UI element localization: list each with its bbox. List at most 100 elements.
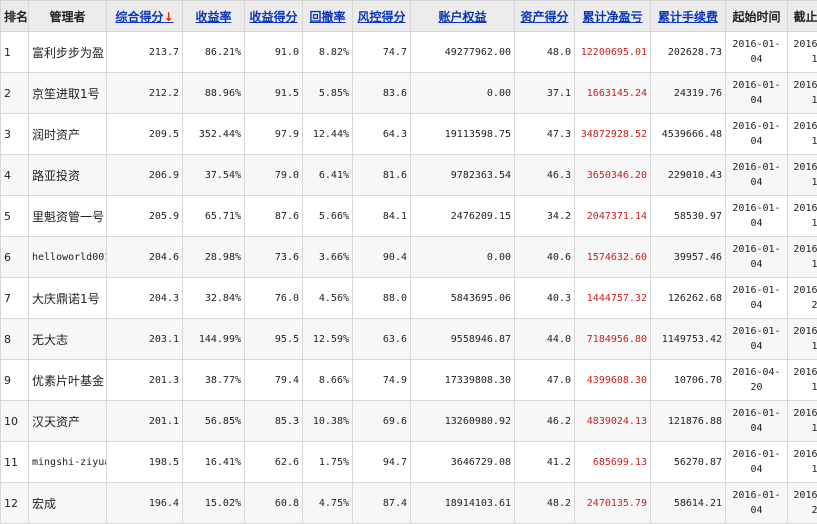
return-score-cell: 62.6 (245, 442, 303, 483)
drawdown-cell: 5.66% (303, 196, 353, 237)
return-rate-cell: 37.54% (183, 155, 245, 196)
end-date-cell: 2016-08-17 (788, 155, 817, 196)
start-date-header: 起始时间 (726, 1, 788, 32)
start-date-year-month: 2016-01- (729, 447, 784, 462)
equity-cell: 5843695.06 (411, 278, 515, 319)
sort-asset-score[interactable]: 资产得分 (515, 1, 575, 32)
rank-cell: 12 (1, 483, 29, 524)
start-date-day: 04 (729, 298, 784, 313)
start-date-year-month: 2016-01- (729, 37, 784, 52)
manager-name[interactable]: 润时资产 (29, 114, 107, 155)
asset-score-cell: 40.3 (515, 278, 575, 319)
manager-name[interactable]: mingshi-ziyuan (29, 442, 107, 483)
table-row: 6helloworld001204.628.98%73.63.66%90.40.… (1, 237, 817, 278)
asset-score-cell: 41.2 (515, 442, 575, 483)
return-score-cell: 76.0 (245, 278, 303, 319)
return-rate-cell: 16.41% (183, 442, 245, 483)
sort-equity[interactable]: 账户权益 (411, 1, 515, 32)
table-row: 8无大志203.1144.99%95.512.59%63.69558946.87… (1, 319, 817, 360)
equity-header-label: 账户权益 (438, 10, 486, 24)
return-rate-header-label: 收益率 (195, 10, 231, 24)
manager-name[interactable]: 宏成 (29, 483, 107, 524)
rank-cell: 4 (1, 155, 29, 196)
manager-name[interactable]: 京笙进取1号 (29, 73, 107, 114)
end-date-day: 17 (791, 257, 817, 272)
end-date-day: 26 (791, 503, 817, 518)
return-rate-cell: 28.98% (183, 237, 245, 278)
end-date-year-month: 2016-08- (791, 201, 817, 216)
asset-score-cell: 46.2 (515, 401, 575, 442)
manager-name[interactable]: 路亚投资 (29, 155, 107, 196)
risk-score-cell: 74.7 (353, 32, 411, 73)
end-date-day: 17 (791, 339, 817, 354)
sort-risk-score[interactable]: 风控得分 (353, 1, 411, 32)
manager-name[interactable]: 大庆鼎诺1号 (29, 278, 107, 319)
manager-name[interactable]: 优素片叶基金 (29, 360, 107, 401)
cum-fee-cell: 1149753.42 (651, 319, 726, 360)
sort-cum-fee[interactable]: 累计手续费 (651, 1, 726, 32)
manager-name[interactable]: 汉天资产 (29, 401, 107, 442)
start-date-cell: 2016-01-04 (726, 278, 788, 319)
rank-cell: 1 (1, 32, 29, 73)
cum-pnl-cell: 4839024.13 (575, 401, 651, 442)
start-date-year-month: 2016-04- (729, 365, 784, 380)
start-date-day: 04 (729, 216, 784, 231)
cum-pnl-cell: 4399608.30 (575, 360, 651, 401)
start-date-cell: 2016-01-04 (726, 319, 788, 360)
manager-name[interactable]: 里魁资管一号 (29, 196, 107, 237)
return-rate-cell: 15.02% (183, 483, 245, 524)
manager-name[interactable]: helloworld001 (29, 237, 107, 278)
start-date-cell: 2016-01-04 (726, 196, 788, 237)
end-date-day: 17 (791, 52, 817, 67)
return-score-cell: 95.5 (245, 319, 303, 360)
start-date-year-month: 2016-01- (729, 119, 784, 134)
risk-score-cell: 74.9 (353, 360, 411, 401)
end-date-cell: 2016-08-17 (788, 196, 817, 237)
risk-score-cell: 69.6 (353, 401, 411, 442)
sort-return-rate[interactable]: 收益率 (183, 1, 245, 32)
start-date-year-month: 2016-01- (729, 242, 784, 257)
sort-drawdown[interactable]: 回撤率 (303, 1, 353, 32)
rank-header-label: 排名 (4, 10, 28, 24)
risk-score-header-label: 风控得分 (357, 10, 405, 24)
asset-score-cell: 47.0 (515, 360, 575, 401)
composite-score-cell: 213.7 (107, 32, 183, 73)
return-rate-cell: 88.96% (183, 73, 245, 114)
end-date-year-month: 2016-02- (791, 488, 817, 503)
end-date-year-month: 2016-03- (791, 283, 817, 298)
end-date-day: 17 (791, 462, 817, 477)
rank-cell: 7 (1, 278, 29, 319)
manager-name[interactable]: 富利步步为盈 (29, 32, 107, 73)
asset-score-cell: 34.2 (515, 196, 575, 237)
end-date-day: 17 (791, 93, 817, 108)
table-row: 1富利步步为盈213.786.21%91.08.82%74.749277962.… (1, 32, 817, 73)
drawdown-cell: 3.66% (303, 237, 353, 278)
end-date-day: 16 (791, 134, 817, 149)
manager-name[interactable]: 无大志 (29, 319, 107, 360)
return-score-cell: 73.6 (245, 237, 303, 278)
end-date-year-month: 2016-08- (791, 324, 817, 339)
end-date-year-month: 2016-08- (791, 119, 817, 134)
composite-score-cell: 201.1 (107, 401, 183, 442)
sort-cum-pnl[interactable]: 累计净盈亏 (575, 1, 651, 32)
equity-cell: 13260980.92 (411, 401, 515, 442)
start-date-day: 04 (729, 339, 784, 354)
end-date-year-month: 2016-08- (791, 365, 817, 380)
start-date-year-month: 2016-01- (729, 488, 784, 503)
risk-score-cell: 63.6 (353, 319, 411, 360)
sort-composite-score[interactable]: 综合得分↓ (107, 1, 183, 32)
table-row: 4路亚投资206.937.54%79.06.41%81.69782363.544… (1, 155, 817, 196)
start-date-cell: 2016-01-04 (726, 483, 788, 524)
cum-pnl-cell: 685699.13 (575, 442, 651, 483)
end-date-cell: 2016-08-17 (788, 360, 817, 401)
end-date-cell: 2016-08-17 (788, 237, 817, 278)
end-date-day: 17 (791, 421, 817, 436)
start-date-year-month: 2016-01- (729, 324, 784, 339)
cum-pnl-cell: 2470135.79 (575, 483, 651, 524)
end-date-cell: 2016-02-26 (788, 483, 817, 524)
end-date-day: 17 (791, 175, 817, 190)
sort-return-score[interactable]: 收益得分 (245, 1, 303, 32)
end-date-cell: 2016-08-16 (788, 114, 817, 155)
end-date-cell: 2016-03-28 (788, 278, 817, 319)
cum-pnl-cell: 3650346.20 (575, 155, 651, 196)
